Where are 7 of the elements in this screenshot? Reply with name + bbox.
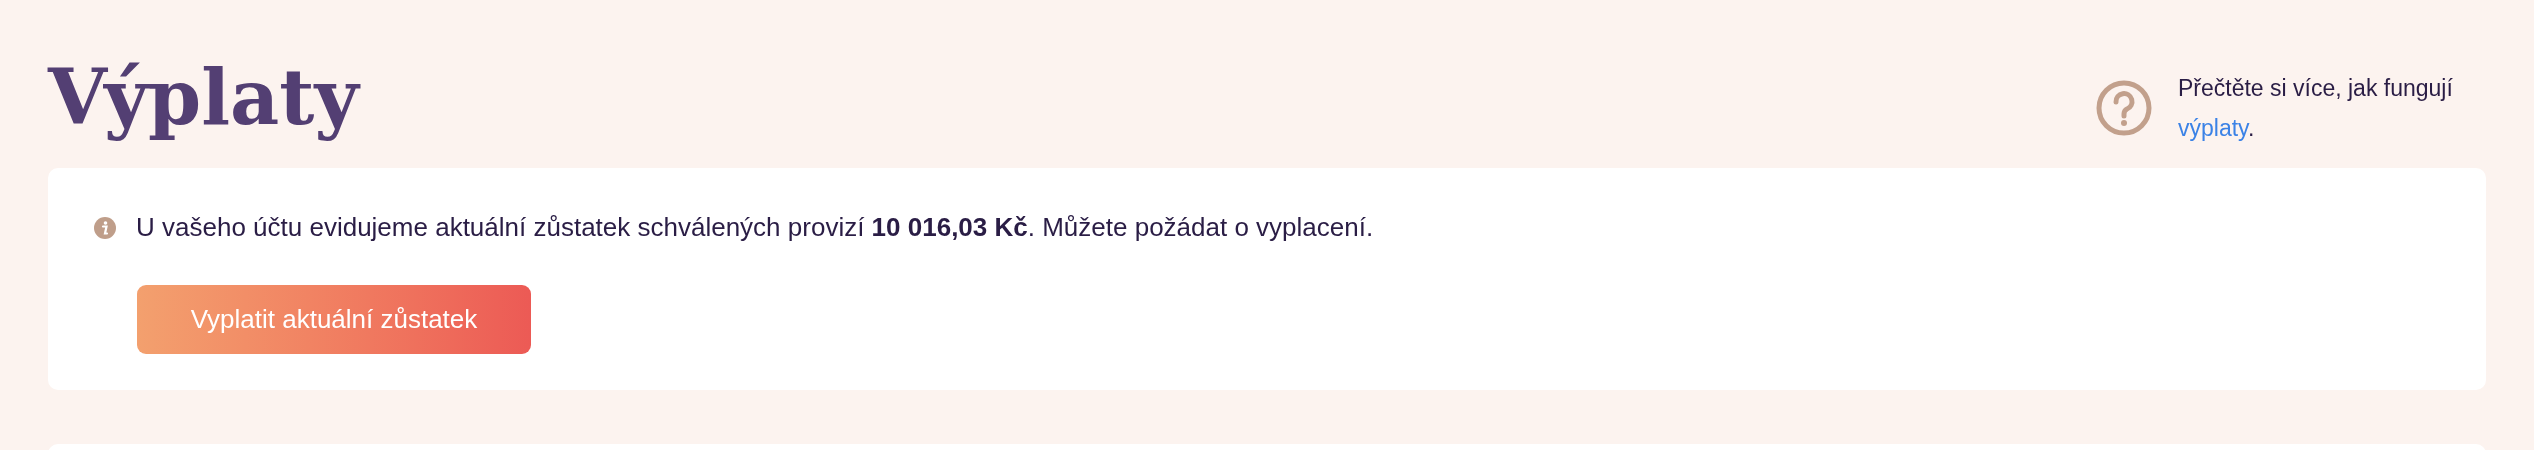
page-title: Výplaty bbox=[48, 52, 359, 144]
help-text: Přečtěte si více, jak fungují výplaty. bbox=[2178, 74, 2454, 143]
payouts-link[interactable]: výplaty bbox=[2178, 115, 2248, 141]
help-icon bbox=[2096, 80, 2152, 136]
balance-message: U vašeho účtu evidujeme aktuální zůstatek schválených provizí 10 016,03 Kč. Můžete požádat o vyplacení. bbox=[136, 211, 1374, 244]
payout-button[interactable]: Vyplatit aktuální zůstatek bbox=[137, 285, 531, 354]
info-icon bbox=[94, 216, 116, 239]
